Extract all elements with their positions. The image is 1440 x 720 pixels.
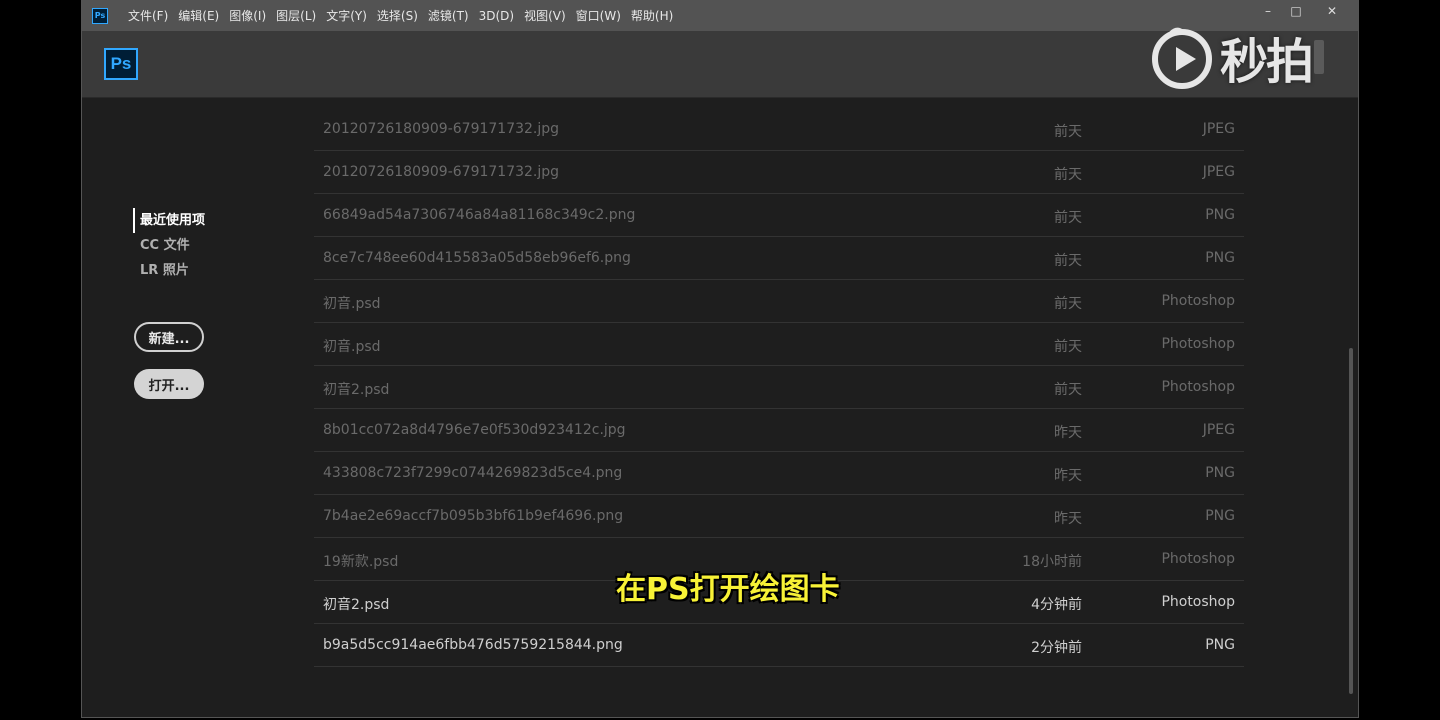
file-type: PNG xyxy=(1205,637,1235,653)
file-name: 20120726180909-679171732.jpg xyxy=(323,164,560,180)
file-name: 8ce7c748ee60d415583a05d58eb96ef6.png xyxy=(323,250,631,266)
file-time: 前天 xyxy=(1054,124,1082,140)
file-row[interactable]: 20120726180909-679171732.jpg 前天 JPEG xyxy=(314,151,1244,194)
sidebar-item-lr-photos[interactable]: LR 照片 xyxy=(133,258,205,283)
file-type: Photoshop xyxy=(1161,551,1235,567)
file-row[interactable]: 8ce7c748ee60d415583a05d58eb96ef6.png 前天 … xyxy=(314,237,1244,280)
file-name: 19新款.psd xyxy=(323,554,399,570)
file-time: 昨天 xyxy=(1054,468,1082,484)
file-type: PNG xyxy=(1205,207,1235,223)
file-time: 前天 xyxy=(1054,210,1082,226)
list-scrollbar[interactable] xyxy=(1349,348,1353,694)
file-row[interactable]: 初音.psd 前天 Photoshop xyxy=(314,280,1244,323)
menu-3d[interactable]: 3D(D) xyxy=(479,9,514,23)
file-time: 前天 xyxy=(1054,296,1082,312)
app-icon[interactable]: Ps xyxy=(92,7,108,24)
file-name: 初音.psd xyxy=(323,296,381,312)
menu-select[interactable]: 选择(S) xyxy=(377,7,418,24)
file-type: JPEG xyxy=(1202,422,1235,438)
file-type: Photoshop xyxy=(1161,594,1235,610)
menu-window[interactable]: 窗口(W) xyxy=(576,7,621,24)
minimize-button[interactable]: – xyxy=(1254,2,1282,20)
file-name: 初音2.psd xyxy=(323,382,390,398)
new-button[interactable]: 新建... xyxy=(134,322,204,352)
file-time: 前天 xyxy=(1054,339,1082,355)
file-name: 7b4ae2e69accf7b095b3bf61b9ef4696.png xyxy=(323,508,624,524)
file-name: 20120726180909-679171732.jpg xyxy=(323,121,560,137)
start-sidebar: 最近使用项 CC 文件 LR 照片 xyxy=(133,208,205,283)
file-time: 前天 xyxy=(1054,382,1082,398)
file-time: 前天 xyxy=(1054,253,1082,269)
maximize-button[interactable]: □ xyxy=(1282,2,1310,20)
file-time: 昨天 xyxy=(1054,511,1082,527)
file-name: b9a5d5cc914ae6fbb476d5759215844.png xyxy=(323,637,623,653)
file-row[interactable]: b9a5d5cc914ae6fbb476d5759215844.png 2分钟前… xyxy=(314,624,1244,667)
menu-edit[interactable]: 编辑(E) xyxy=(178,7,219,24)
watermark-bar xyxy=(1314,40,1325,74)
file-type: JPEG xyxy=(1202,164,1235,180)
play-icon xyxy=(1152,27,1212,89)
file-time: 前天 xyxy=(1054,167,1082,183)
file-row[interactable]: 20120726180909-679171732.jpg 前天 JPEG xyxy=(314,108,1244,151)
open-button[interactable]: 打开... xyxy=(134,369,204,399)
file-time: 4分钟前 xyxy=(1031,597,1082,613)
file-row[interactable]: 66849ad54a7306746a84a81168c349c2.png 前天 … xyxy=(314,194,1244,237)
menu-file[interactable]: 文件(F) xyxy=(128,7,168,24)
file-type: PNG xyxy=(1205,508,1235,524)
file-name: 66849ad54a7306746a84a81168c349c2.png xyxy=(323,207,636,223)
menu-type[interactable]: 文字(Y) xyxy=(326,7,367,24)
file-type: Photoshop xyxy=(1161,293,1235,309)
ps-logo: Ps xyxy=(104,48,138,80)
file-name: 433808c723f7299c0744269823d5ce4.png xyxy=(323,465,623,481)
file-name: 初音2.psd xyxy=(323,597,390,613)
file-row[interactable]: 初音2.psd 前天 Photoshop xyxy=(314,366,1244,409)
close-button[interactable]: ✕ xyxy=(1318,2,1346,20)
menu-filter[interactable]: 滤镜(T) xyxy=(428,7,469,24)
file-row[interactable]: 初音.psd 前天 Photoshop xyxy=(314,323,1244,366)
file-row[interactable]: 433808c723f7299c0744269823d5ce4.png 昨天 P… xyxy=(314,452,1244,495)
file-time: 昨天 xyxy=(1054,425,1082,441)
file-row[interactable]: 7b4ae2e69accf7b095b3bf61b9ef4696.png 昨天 … xyxy=(314,495,1244,538)
file-type: PNG xyxy=(1205,250,1235,266)
menu-help[interactable]: 帮助(H) xyxy=(631,7,673,24)
file-type: Photoshop xyxy=(1161,336,1235,352)
sidebar-item-recent[interactable]: 最近使用项 xyxy=(133,208,205,233)
watermark-text: 秒拍 xyxy=(1220,34,1314,90)
file-name: 初音.psd xyxy=(323,339,381,355)
file-type: PNG xyxy=(1205,465,1235,481)
file-type: JPEG xyxy=(1202,121,1235,137)
file-time: 18小时前 xyxy=(1022,554,1082,570)
file-name: 8b01cc072a8d4796e7e0f530d923412c.jpg xyxy=(323,422,626,438)
file-time: 2分钟前 xyxy=(1031,640,1082,656)
photoshop-window: Ps 文件(F) 编辑(E) 图像(I) 图层(L) 文字(Y) 选择(S) 滤… xyxy=(81,0,1359,718)
sidebar-item-cc-files[interactable]: CC 文件 xyxy=(133,233,205,258)
file-row[interactable]: 8b01cc072a8d4796e7e0f530d923412c.jpg 昨天 … xyxy=(314,409,1244,452)
menu-layer[interactable]: 图层(L) xyxy=(276,7,316,24)
video-subtitle: 在PS打开绘图卡 xyxy=(616,572,840,607)
file-type: Photoshop xyxy=(1161,379,1235,395)
menu-image[interactable]: 图像(I) xyxy=(229,7,266,24)
menu-view[interactable]: 视图(V) xyxy=(524,7,566,24)
watermark: 秒拍 xyxy=(1150,22,1325,92)
